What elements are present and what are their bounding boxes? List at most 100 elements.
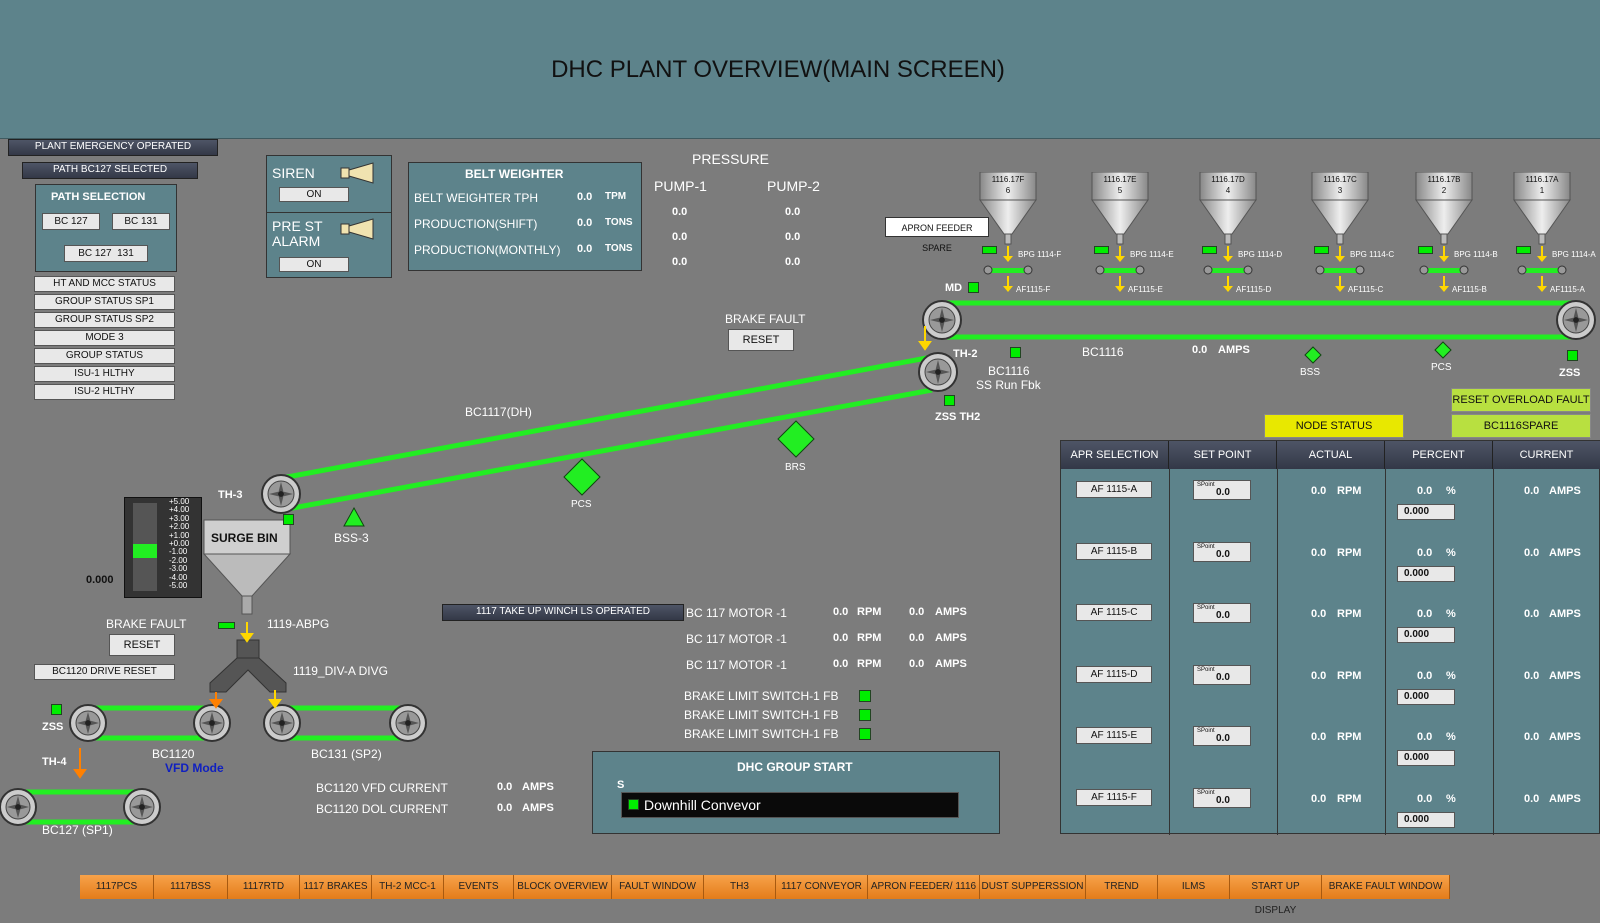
percent-unit: %	[1446, 485, 1456, 497]
nav-button[interactable]: DUST SUPPERSSION	[980, 875, 1086, 899]
setpoint-input[interactable]: SPoint 0.0	[1193, 664, 1251, 685]
setpoint-value: 0.0	[1216, 487, 1230, 498]
apron-select-button[interactable]: AF 1115-F	[1076, 788, 1152, 806]
percent-box: 0.000	[1397, 627, 1455, 643]
setpoint-tag: SPoint	[1197, 543, 1215, 550]
zss-th2-label: ZSS TH2	[935, 411, 981, 423]
setpoint-tag: SPoint	[1197, 605, 1215, 611]
pulley-icon	[193, 704, 231, 742]
current-value: 0.0	[1524, 485, 1540, 497]
actual-unit: RPM	[1337, 485, 1362, 497]
bc1117-belt-bottom	[281, 387, 933, 513]
zss-th2-indicator	[944, 395, 955, 406]
apron-select-button[interactable]: AF 1115-B	[1076, 542, 1152, 560]
motor-rpm-unit: RPM	[857, 632, 882, 644]
current-value: 0.0	[1524, 731, 1540, 743]
percent-box: 0.000	[1397, 811, 1455, 828]
setpoint-tag: SPoint	[1197, 789, 1215, 796]
setpoint-value: 0.0	[1216, 794, 1230, 806]
bottom-nav: 1117PCS 1117BSS 1117RTD 1117 BRAKES TH-2 MCC…	[80, 875, 1480, 916]
pcs-label-bc1116: PCS	[1431, 362, 1452, 373]
actual-unit: RPM	[1337, 731, 1362, 743]
col-divider	[1493, 469, 1494, 835]
apron-select-button[interactable]: AF 1115-A	[1076, 481, 1152, 498]
current-value: 0.0	[1524, 608, 1540, 620]
downhill-conveyor-indicator	[628, 799, 639, 810]
actual-value: 0.0	[1311, 669, 1327, 682]
percent-unit: %	[1446, 546, 1456, 559]
bss-label: BSS	[1300, 367, 1321, 378]
bc1116-amps-unit: AMPS	[1218, 344, 1250, 356]
col-divider	[1169, 469, 1170, 835]
setpoint-input[interactable]: SPoint 0.0	[1193, 480, 1251, 500]
nav-button[interactable]: 1117PCS	[80, 875, 154, 899]
diamond-sensor-icon	[777, 420, 815, 458]
brake-limit-indicator	[859, 728, 871, 740]
percent-box: 0.000	[1397, 750, 1455, 766]
nav-button[interactable]: EVENTS	[444, 875, 514, 899]
motor-amps-unit: AMPS	[935, 658, 967, 670]
bc1117-name: BC1117(DH)	[465, 405, 532, 419]
downhill-conveyor-button[interactable]: Downhill Convevor	[621, 792, 959, 818]
bc1120-drive-reset-button[interactable]: BC1120 DRIVE RESET	[34, 664, 175, 680]
vfd-mode-label: VFD Mode	[165, 761, 224, 775]
actual-value: 0.0	[1311, 546, 1327, 559]
pulley-icon	[69, 704, 107, 742]
nav-button[interactable]: 1117 BRAKES	[300, 875, 372, 899]
current-label: BC1120 VFD CURRENT	[316, 781, 448, 795]
col-divider	[1277, 469, 1278, 835]
setpoint-input[interactable]: SPoint 0.0	[1193, 603, 1251, 623]
percent-value: 0.0	[1417, 669, 1433, 682]
bc1116-ss-label: BC1116	[988, 364, 1030, 378]
bc1116-spare-button[interactable]: BC1116SPARE	[1451, 414, 1591, 438]
pulley-icon	[263, 704, 301, 742]
nav-button[interactable]: 1117RTD	[228, 875, 300, 899]
zss-indicator-bc1120	[51, 704, 62, 715]
percent-box: 0.000	[1397, 504, 1455, 520]
nav-button[interactable]: ILMS	[1158, 875, 1230, 899]
brake-limit-label: BRAKE LIMIT SWITCH-1 FB	[684, 689, 839, 703]
winch-banner: 1117 TAKE UP WINCH LS OPERATED	[442, 604, 684, 621]
th3-indicator	[283, 514, 294, 525]
setpoint-input[interactable]: SPoint 0.0	[1193, 787, 1251, 808]
percent-unit: %	[1446, 792, 1456, 805]
current-value: 0.0	[497, 802, 513, 814]
setpoint-value: 0.0	[1216, 548, 1230, 560]
nav-button[interactable]: TH3	[704, 875, 776, 899]
current-unit: AMPS	[522, 781, 554, 793]
reset-overload-fault-button[interactable]: RESET OVERLOAD FAULT	[1451, 388, 1591, 412]
setpoint-tag: SPoint	[1197, 728, 1215, 734]
percent-value: 0.0	[1417, 546, 1433, 559]
zss-label-bc1116: ZSS	[1559, 367, 1581, 379]
nav-button[interactable]: APRON FEEDER/ 1116	[868, 875, 980, 899]
nav-button[interactable]: BRAKE FAULT WINDOW	[1322, 875, 1450, 899]
actual-value: 0.0	[1311, 608, 1327, 620]
col-divider	[1385, 469, 1386, 835]
nav-button[interactable]: TH-2 MCC-1	[372, 875, 444, 899]
nav-button[interactable]: 1117BSS	[154, 875, 228, 899]
apron-select-button[interactable]: AF 1115-C	[1076, 604, 1152, 621]
nav-button[interactable]: 1117 CONVEYOR	[776, 875, 868, 899]
percent-unit: %	[1446, 669, 1456, 682]
apron-select-button[interactable]: AF 1115-D	[1076, 665, 1152, 683]
current-unit: AMPS	[1549, 608, 1581, 620]
nav-button[interactable]: TREND	[1086, 875, 1158, 899]
apron-select-button[interactable]: AF 1115-E	[1076, 727, 1152, 744]
motor-rpm: 0.0	[833, 658, 849, 670]
bc1116-name: BC1116	[1082, 345, 1124, 359]
brake-limit-indicator	[859, 690, 871, 702]
node-status-button[interactable]: NODE STATUS	[1264, 414, 1404, 438]
bc127-name: BC127 (SP1)	[42, 823, 113, 837]
bc131-name: BC131 (SP2)	[311, 747, 382, 761]
nav-button[interactable]: START UP DISPLAY	[1230, 875, 1322, 916]
setpoint-input[interactable]: SPoint 0.0	[1193, 726, 1251, 746]
diamond-sensor-icon	[563, 458, 601, 496]
setpoint-input[interactable]: SPoint 0.0	[1193, 541, 1251, 562]
actual-unit: RPM	[1337, 546, 1362, 559]
nav-button[interactable]: BLOCK OVERVIEW	[514, 875, 612, 899]
pulley-icon	[0, 788, 37, 826]
brake-fault-left-reset-button[interactable]: RESET	[109, 634, 175, 656]
motor-amps-unit: AMPS	[935, 632, 967, 644]
brake-fault-left-label: BRAKE FAULT	[106, 617, 187, 631]
nav-button[interactable]: FAULT WINDOW	[612, 875, 704, 899]
